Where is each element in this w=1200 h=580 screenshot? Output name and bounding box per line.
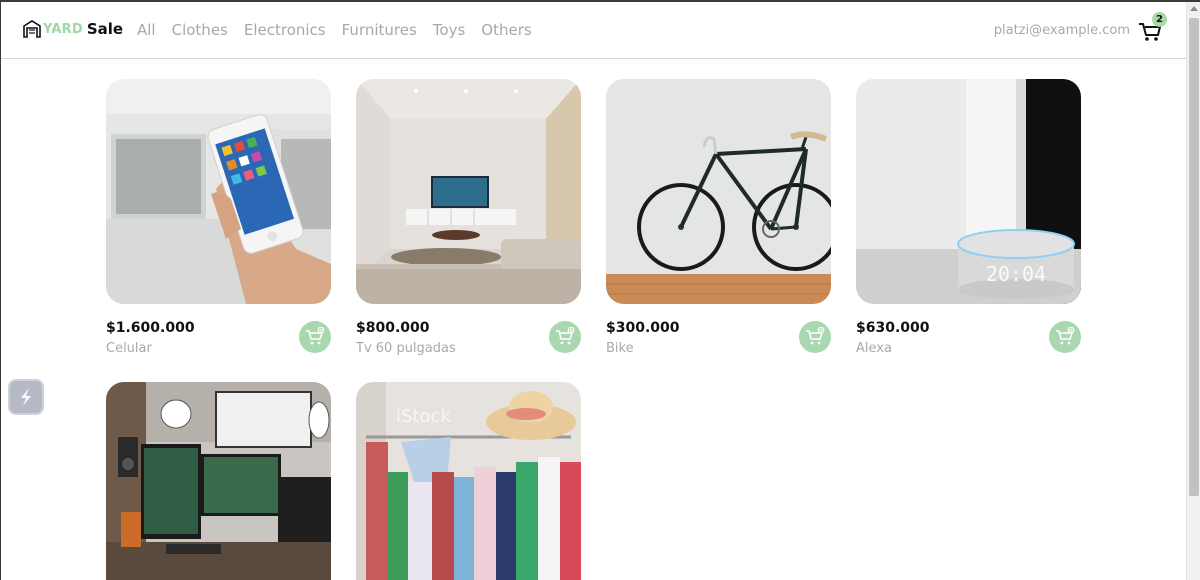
add-to-cart-icon [306,327,325,345]
nav-link-toys[interactable]: Toys [433,21,465,39]
scroll-thumb[interactable] [1189,18,1199,496]
product-image-bike[interactable] [606,79,831,304]
page-scrollbar[interactable] [1186,2,1200,580]
extension-icon [21,388,31,406]
product-name: Tv 60 pulgadas [356,341,456,356]
extension-button[interactable] [8,379,44,415]
cart-count-badge: 2 [1152,12,1167,27]
product-card[interactable]: iStock [356,382,581,580]
add-to-cart-icon [806,327,825,345]
product-card[interactable]: $300.000 Bike [606,79,831,360]
nav-link-others[interactable]: Others [481,21,531,39]
add-to-cart-icon [1056,327,1075,345]
scroll-up-arrow-icon[interactable] [1190,6,1198,11]
product-name: Celular [106,341,152,356]
nav-link-all[interactable]: All [137,21,156,39]
product-image-desk-setup[interactable] [106,382,331,580]
product-card[interactable]: 20:04 $630.000 Alexa [856,79,1081,360]
category-nav: All Clothes Electronics Furnitures Toys … [137,21,532,39]
logo-yard-text: YARD [43,21,83,37]
product-image-phone[interactable] [106,79,331,304]
product-card[interactable] [106,382,331,580]
add-to-cart-button[interactable] [299,321,331,353]
product-price: $1.600.000 [106,320,195,336]
nav-link-furnitures[interactable]: Furnitures [342,21,417,39]
nav-link-clothes[interactable]: Clothes [172,21,228,39]
user-email[interactable]: platzi@example.com [994,23,1130,38]
speaker-clock-display: 20:04 [986,262,1046,286]
product-image-alexa[interactable]: 20:04 [856,79,1081,304]
logo[interactable]: YARD Sale [23,20,123,38]
product-card[interactable]: $800.000 Tv 60 pulgadas [356,79,581,360]
app-window: YARD Sale All Clothes Electronics Furnit… [0,0,1200,580]
product-card[interactable]: $1.600.000 Celular [106,79,331,360]
product-image-tv[interactable] [356,79,581,304]
logo-sale-text: Sale [86,20,124,38]
add-to-cart-button[interactable] [1049,321,1081,353]
nav-link-electronics[interactable]: Electronics [244,21,326,39]
product-image-clothes-rack[interactable]: iStock [356,382,581,580]
product-price: $300.000 [606,320,680,336]
product-price: $630.000 [856,320,930,336]
garage-logo-icon [23,20,41,38]
add-to-cart-button[interactable] [549,321,581,353]
product-name: Alexa [856,341,892,356]
add-to-cart-button[interactable] [799,321,831,353]
navbar: YARD Sale All Clothes Electronics Furnit… [1,2,1187,59]
image-watermark: iStock [396,406,451,427]
product-price: $800.000 [356,320,430,336]
add-to-cart-icon [556,327,575,345]
product-name: Bike [606,341,634,356]
